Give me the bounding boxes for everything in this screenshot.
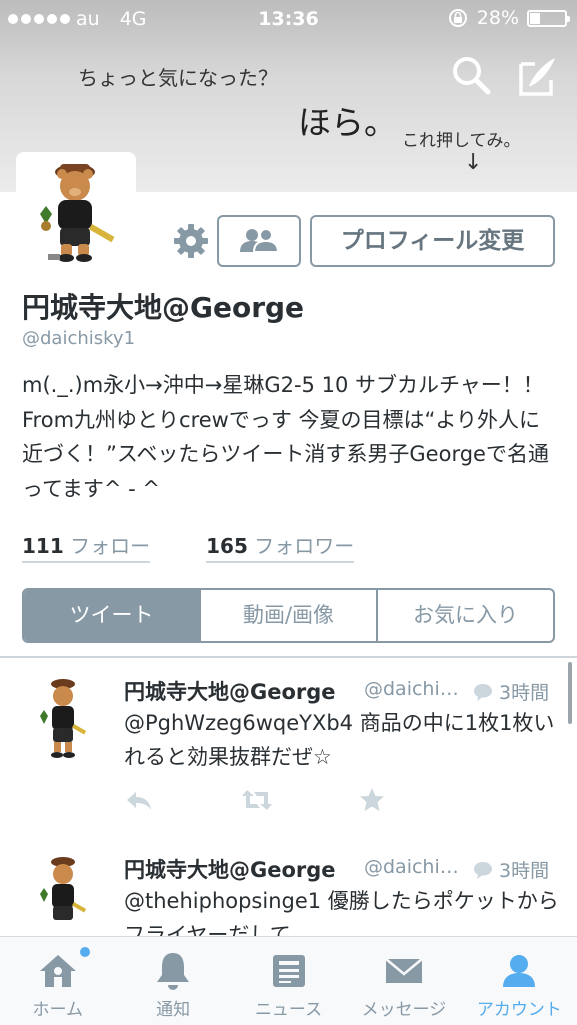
- nav-account-label: アカウント: [476, 1000, 562, 1020]
- tweet-item[interactable]: 円城寺大地@George @daichi… 3時間 @PghWzeg6wqeYX…: [0, 658, 577, 837]
- tweet-time-label: 3時間: [499, 860, 550, 882]
- retweet-icon[interactable]: [240, 786, 274, 814]
- followers-count: 165: [206, 534, 248, 558]
- tweet-author-name: 円城寺大地@George: [124, 858, 336, 882]
- tab-media[interactable]: 動画/画像: [201, 590, 378, 641]
- scrollbar[interactable]: [568, 662, 572, 724]
- favorite-icon[interactable]: [358, 786, 386, 814]
- home-icon: [39, 955, 76, 987]
- profile-tabs: ツイート 動画/画像 お気に入り: [22, 588, 555, 643]
- tweet-author-handle: @daichi…: [364, 856, 459, 878]
- following-count: 111: [22, 534, 64, 558]
- nav-account[interactable]: アカウント: [462, 937, 577, 1025]
- following-label: フォロー: [70, 534, 151, 558]
- banner-text-line3: これ押してみ。: [402, 131, 521, 151]
- tweet-time-label: 3時間: [499, 682, 550, 704]
- rotation-lock-icon: [448, 9, 467, 27]
- reply-icon[interactable]: [124, 786, 154, 814]
- tweet-author-name: 円城寺大地@George: [124, 680, 336, 704]
- people-icon: [240, 228, 280, 253]
- tweet-actions: [124, 786, 386, 814]
- tweet-timestamp: 3時間: [472, 678, 549, 705]
- banner-arrow: ↓: [464, 150, 483, 175]
- nav-notifications[interactable]: 通知: [115, 937, 230, 1025]
- tweet-item[interactable]: 円城寺大地@George @daichi… 3時間 @thehiphopsing…: [0, 836, 577, 947]
- battery-percent: 28%: [476, 7, 519, 29]
- profile-bio: m(._.)m永小→沖中→星琳G2-5 10 サブカルチャー！！ From九州ゆ…: [22, 373, 549, 501]
- news-icon: [272, 955, 305, 987]
- tab-favorites[interactable]: お気に入り: [378, 590, 553, 641]
- nav-messages[interactable]: メッセージ: [346, 937, 461, 1025]
- tweet-author-handle: @daichi…: [364, 678, 459, 700]
- envelope-icon: [385, 958, 423, 983]
- nav-home[interactable]: ホーム: [0, 937, 115, 1025]
- banner-text-line1: ちょっと気になった？: [78, 66, 278, 90]
- profile-stats: 111 フォロー 165 フォロワー: [22, 530, 355, 563]
- nav-home-label: ホーム: [32, 1000, 83, 1020]
- compose-icon[interactable]: [515, 54, 559, 98]
- nav-messages-label: メッセージ: [361, 1000, 447, 1020]
- banner-text-line2: ほら。: [298, 103, 397, 142]
- profile-name: 円城寺大地@George: [22, 291, 305, 324]
- battery-icon: [527, 9, 570, 27]
- search-icon[interactable]: [450, 54, 492, 96]
- gear-icon[interactable]: [172, 222, 210, 260]
- nav-news-label: ニュース: [254, 1000, 323, 1020]
- reply-bubble-icon: [474, 683, 492, 701]
- bell-icon: [157, 953, 190, 990]
- profile-handle: @daichisky1: [22, 328, 136, 349]
- person-icon: [503, 955, 536, 987]
- followers-link[interactable]: 165 フォロワー: [206, 530, 355, 563]
- bottom-tab-bar: ホーム 通知 ニュース メッセージ アカウント: [0, 936, 577, 1025]
- tweet-timestamp: 3時間: [472, 856, 549, 883]
- edit-profile-button[interactable]: プロフィール変更: [310, 215, 555, 267]
- avatar[interactable]: [30, 158, 120, 266]
- tweet-text: @PghWzeg6wqeYXb4 商品の中に1枚1枚いれると効果抜群だぜ☆: [124, 711, 555, 769]
- following-link[interactable]: 111 フォロー: [22, 530, 151, 563]
- nav-notifications-label: 通知: [156, 1000, 191, 1020]
- people-button[interactable]: [217, 215, 301, 267]
- status-bar: au 4G 13:36 28%: [0, 0, 577, 38]
- reply-bubble-icon: [474, 861, 492, 879]
- nav-news[interactable]: ニュース: [231, 937, 346, 1025]
- tweet-avatar[interactable]: [38, 676, 88, 766]
- tab-tweets[interactable]: ツイート: [24, 590, 201, 641]
- notification-dot: [80, 947, 90, 957]
- tweet-avatar[interactable]: [38, 854, 88, 944]
- followers-label: フォロワー: [254, 534, 355, 558]
